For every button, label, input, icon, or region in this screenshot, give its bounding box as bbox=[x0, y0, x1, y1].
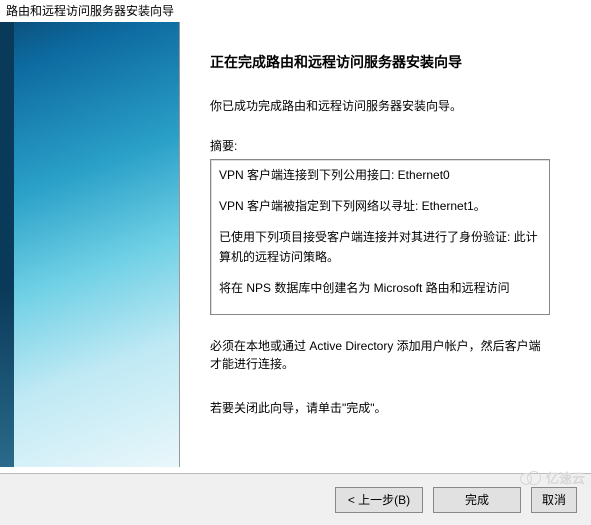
wizard-heading: 正在完成路由和远程访问服务器安装向导 bbox=[210, 52, 573, 73]
wizard-content: 正在完成路由和远程访问服务器安装向导 你已成功完成路由和远程访问服务器安装向导。… bbox=[180, 22, 591, 473]
cancel-button[interactable]: 取消 bbox=[531, 487, 577, 513]
summary-line: VPN 客户端连接到下列公用接口: Ethernet0 bbox=[219, 166, 541, 185]
wizard-intro-text: 你已成功完成路由和远程访问服务器安装向导。 bbox=[210, 97, 573, 115]
wizard-dialog: 正在完成路由和远程访问服务器安装向导 你已成功完成路由和远程访问服务器安装向导。… bbox=[0, 22, 591, 525]
summary-line: VPN 客户端被指定到下列网络以寻址: Ethernet1。 bbox=[219, 197, 541, 216]
wizard-note-text: 必须在本地或通过 Active Directory 添加用户帐户，然后客户端才能… bbox=[210, 337, 550, 373]
wizard-body: 正在完成路由和远程访问服务器安装向导 你已成功完成路由和远程访问服务器安装向导。… bbox=[0, 22, 591, 473]
back-button[interactable]: < 上一步(B) bbox=[335, 487, 423, 513]
wizard-side-panel bbox=[0, 22, 180, 467]
wizard-close-text: 若要关闭此向导，请单击"完成"。 bbox=[210, 399, 550, 417]
summary-line: 将在 NPS 数据库中创建名为 Microsoft 路由和远程访问 bbox=[219, 279, 541, 298]
side-accent-strip bbox=[0, 22, 14, 467]
window-title: 路由和远程访问服务器安装向导 bbox=[0, 0, 591, 22]
finish-button[interactable]: 完成 bbox=[433, 487, 521, 513]
summary-label: 摘要: bbox=[210, 137, 573, 155]
wizard-button-row: < 上一步(B) 完成 取消 bbox=[0, 473, 591, 525]
summary-textbox[interactable]: VPN 客户端连接到下列公用接口: Ethernet0 VPN 客户端被指定到下… bbox=[210, 159, 550, 315]
summary-line: 已使用下列项目接受客户端连接并对其进行了身份验证: 此计算机的远程访问策略。 bbox=[219, 228, 541, 266]
